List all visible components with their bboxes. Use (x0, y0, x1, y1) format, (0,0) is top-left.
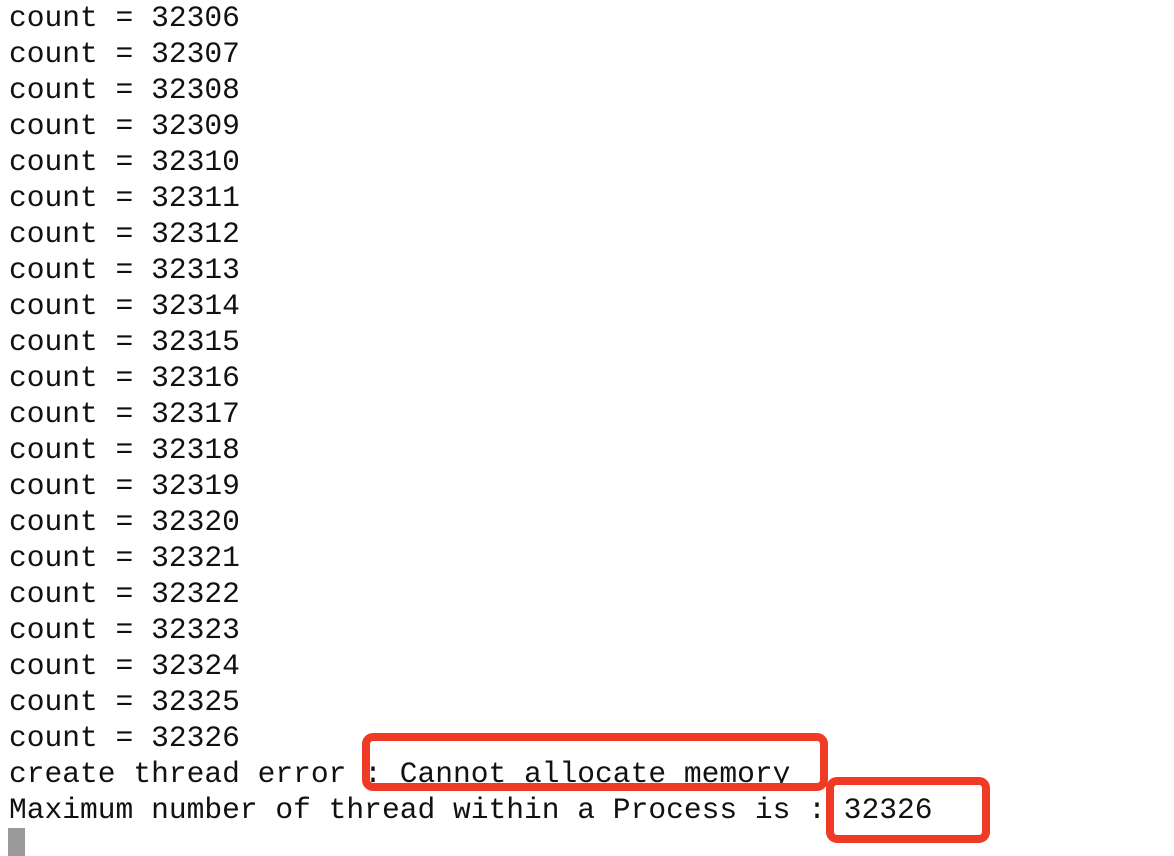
terminal-line: count = 32313 (9, 253, 240, 287)
terminal-line: count = 32323 (9, 613, 240, 647)
terminal-line: count = 32317 (9, 397, 240, 431)
terminal-line: count = 32324 (9, 649, 240, 683)
terminal-line: count = 32319 (9, 469, 240, 503)
highlight-max-thread-count (826, 777, 990, 843)
highlight-error-message (362, 733, 828, 791)
terminal-line: count = 32325 (9, 685, 240, 719)
terminal-line: count = 32309 (9, 109, 240, 143)
terminal-cursor (8, 828, 25, 856)
terminal-line: count = 32315 (9, 325, 240, 359)
terminal-line: count = 32314 (9, 289, 240, 323)
terminal-line: Maximum number of thread within a Proces… (9, 793, 933, 827)
terminal-line: count = 32316 (9, 361, 240, 395)
terminal-line: count = 32308 (9, 73, 240, 107)
terminal-output: count = 32306 count = 32307 count = 32308 c… (9, 0, 932, 828)
terminal-line: count = 32311 (9, 181, 240, 215)
terminal-line: count = 32310 (9, 145, 240, 179)
terminal-line: count = 32321 (9, 541, 240, 575)
terminal-line: count = 32312 (9, 217, 240, 251)
terminal-line: count = 32307 (9, 37, 240, 71)
terminal-line: count = 32320 (9, 505, 240, 539)
terminal-line: count = 32322 (9, 577, 240, 611)
terminal-line: count = 32318 (9, 433, 240, 467)
terminal-line: count = 32306 (9, 1, 240, 35)
